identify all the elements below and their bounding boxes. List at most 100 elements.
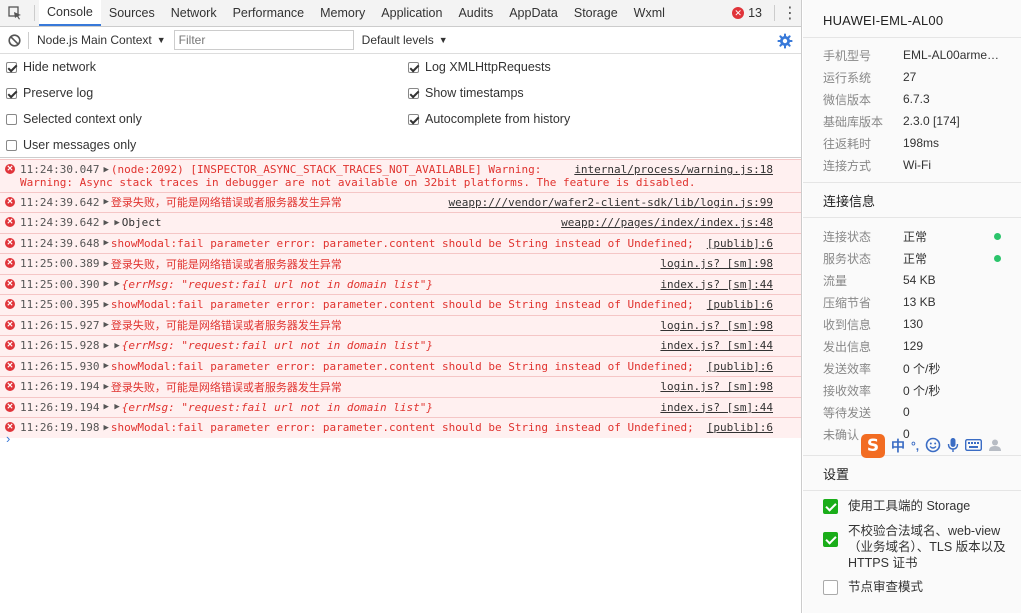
- log-xhr-option[interactable]: Log XMLHttpRequests: [408, 60, 551, 74]
- log-levels-select[interactable]: Default levels ▼: [362, 33, 448, 47]
- inspect-element-icon[interactable]: [0, 0, 30, 26]
- clear-console-icon[interactable]: [0, 33, 28, 47]
- log-entry[interactable]: ✕ 11:26:19.198 ▶ showModal:fail parameter e…: [0, 417, 801, 438]
- log-entry[interactable]: ✕ 11:26:19.194 ▶ 登录失败，可能是网络错误或者服务器发生异常 login…: [0, 376, 801, 397]
- preserve-log-option[interactable]: Preserve log: [6, 86, 93, 100]
- tab-console[interactable]: Console: [39, 0, 101, 26]
- gear-icon[interactable]: [777, 33, 793, 49]
- expand-arrow-icon[interactable]: ▶: [103, 238, 108, 248]
- expand-arrow-icon[interactable]: ▶ ▶: [103, 402, 119, 412]
- info-row: 往返耗时 198ms: [803, 132, 1021, 154]
- expand-arrow-icon[interactable]: ▶: [103, 300, 108, 310]
- log-entry[interactable]: ✕ 11:26:15.927 ▶ 登录失败，可能是网络错误或者服务器发生异常 login…: [0, 314, 801, 335]
- expand-arrow-icon[interactable]: ▶: [103, 197, 108, 207]
- log-timestamp: 11:26:15.927: [20, 318, 100, 332]
- expand-arrow-icon[interactable]: ▶: [103, 361, 108, 371]
- checkbox[interactable]: [6, 87, 17, 99]
- info-label: 发送效率: [823, 361, 872, 376]
- checkbox[interactable]: [408, 113, 419, 125]
- tab-sources[interactable]: Sources: [101, 0, 163, 26]
- info-label: 运行系统: [823, 70, 872, 85]
- expand-arrow-icon[interactable]: ▶: [103, 259, 108, 269]
- option-label: 使用工具端的 Storage: [848, 499, 971, 513]
- console-prompt[interactable]: ›: [6, 431, 10, 446]
- log-entry[interactable]: ✕ 11:24:39.642 ▶ ▶ Object weapp:///pages/ind…: [0, 212, 801, 233]
- checkbox[interactable]: [6, 113, 17, 125]
- log-entry[interactable]: ✕ 11:24:30.047 ▶ (node:2092) [INSPECTOR_ASY…: [0, 159, 801, 192]
- tab-storage[interactable]: Storage: [566, 0, 626, 26]
- option-label: Show timestamps: [425, 86, 524, 100]
- selected-context-option[interactable]: Selected context only: [6, 112, 142, 126]
- checkbox[interactable]: [408, 87, 419, 99]
- user-icon[interactable]: [988, 438, 1002, 455]
- tab-audits[interactable]: Audits: [450, 0, 501, 26]
- checkbox[interactable]: [6, 139, 17, 151]
- error-counter[interactable]: ✕ 13: [724, 0, 770, 26]
- tab-wxml[interactable]: Wxml: [626, 0, 673, 26]
- log-entry[interactable]: ✕ 11:25:00.389 ▶ 登录失败，可能是网络错误或者服务器发生异常 login…: [0, 253, 801, 274]
- expand-arrow-icon[interactable]: ▶: [103, 165, 108, 175]
- setting-option[interactable]: 使用工具端的 Storage: [803, 498, 1021, 514]
- log-source-link[interactable]: login.js? [sm]:98: [660, 380, 773, 393]
- log-message: (node:2092) [INSPECTOR_ASYNC_STACK_TRACE…: [110, 163, 542, 177]
- log-timestamp: 11:25:00.395: [20, 298, 100, 312]
- checkbox[interactable]: [6, 61, 17, 73]
- microphone-icon[interactable]: [947, 437, 959, 456]
- expand-arrow-icon[interactable]: ▶: [103, 382, 108, 392]
- log-source-link[interactable]: weapp:///vendor/wafer2-client-sdk/lib/lo…: [448, 196, 773, 209]
- setting-option[interactable]: 不校验合法域名、web-view（业务域名）、TLS 版本以及 HTTPS 证书: [803, 523, 1021, 571]
- show-timestamps-option[interactable]: Show timestamps: [408, 86, 524, 100]
- log-entry[interactable]: ✕ 11:24:39.648 ▶ showModal:fail parameter e…: [0, 232, 801, 253]
- filter-input[interactable]: [173, 30, 354, 50]
- log-source-link[interactable]: index.js? [sm]:44: [660, 278, 773, 291]
- error-icon: ✕: [5, 164, 15, 174]
- expand-arrow-icon[interactable]: ▶: [103, 320, 108, 330]
- sogou-ime-icon[interactable]: S: [861, 434, 885, 458]
- log-source-link[interactable]: [publib]:6: [707, 360, 773, 373]
- info-row: 连接方式 Wi-Fi: [803, 154, 1021, 176]
- expand-arrow-icon[interactable]: ▶ ▶: [103, 341, 119, 351]
- tab-memory[interactable]: Memory: [312, 0, 373, 26]
- tab-application[interactable]: Application: [373, 0, 450, 26]
- log-source-link[interactable]: weapp:///pages/index/index.js:48: [561, 216, 773, 229]
- checkbox[interactable]: [823, 499, 838, 514]
- info-label: 压缩节省: [823, 295, 872, 310]
- expand-arrow-icon[interactable]: ▶ ▶: [103, 279, 119, 289]
- chinese-mode-icon[interactable]: 中: [891, 436, 905, 456]
- more-options-icon[interactable]: ⋮: [779, 0, 801, 26]
- expand-arrow-icon[interactable]: ▶: [103, 423, 108, 433]
- log-source-link[interactable]: [publib]:6: [707, 237, 773, 250]
- log-source-link[interactable]: index.js? [sm]:44: [660, 401, 773, 414]
- log-source-link[interactable]: [publib]:6: [707, 421, 773, 434]
- info-value: EML-AL00armea…: [903, 48, 1003, 62]
- log-source-link[interactable]: [publib]:6: [707, 298, 773, 311]
- context-select[interactable]: Node.js Main Context ▼: [29, 31, 172, 50]
- log-message-continued: Warning: Async stack traces in debugger …: [20, 175, 696, 189]
- user-messages-option[interactable]: User messages only: [6, 138, 136, 152]
- checkbox[interactable]: [823, 532, 838, 547]
- log-source-link[interactable]: login.js? [sm]:98: [660, 319, 773, 332]
- expand-arrow-icon[interactable]: ▶ ▶: [103, 218, 119, 228]
- tab-network[interactable]: Network: [163, 0, 225, 26]
- log-source-link[interactable]: internal/process/warning.js:18: [574, 163, 773, 176]
- log-entry[interactable]: ✕ 11:24:39.642 ▶ 登录失败，可能是网络错误或者服务器发生异常 weapp…: [0, 191, 801, 212]
- log-source-link[interactable]: login.js? [sm]:98: [660, 257, 773, 270]
- setting-option[interactable]: 节点审查模式: [803, 579, 1021, 595]
- log-timestamp: 11:24:39.642: [20, 195, 100, 209]
- log-entry[interactable]: ✕ 11:25:00.390 ▶ ▶ {errMsg: "request:fail u…: [0, 273, 801, 294]
- log-source-link[interactable]: index.js? [sm]:44: [660, 339, 773, 352]
- autocomplete-option[interactable]: Autocomplete from history: [408, 112, 570, 126]
- tab-performance[interactable]: Performance: [225, 0, 313, 26]
- checkbox[interactable]: [408, 61, 419, 73]
- hide-network-option[interactable]: Hide network: [6, 60, 96, 74]
- checkbox[interactable]: [823, 580, 838, 595]
- log-entry[interactable]: ✕ 11:26:15.930 ▶ showModal:fail parameter e…: [0, 355, 801, 376]
- punctuation-icon[interactable]: °,: [911, 439, 919, 453]
- keyboard-icon[interactable]: [965, 438, 983, 454]
- log-entry[interactable]: ✕ 11:26:19.194 ▶ ▶ {errMsg: "request:fail u…: [0, 396, 801, 417]
- info-value: 54 KB: [903, 273, 936, 287]
- log-entry[interactable]: ✕ 11:25:00.395 ▶ showModal:fail parameter e…: [0, 294, 801, 315]
- tab-appdata[interactable]: AppData: [501, 0, 566, 26]
- emoji-icon[interactable]: [925, 437, 941, 456]
- log-entry[interactable]: ✕ 11:26:15.928 ▶ ▶ {errMsg: "request:fail u…: [0, 335, 801, 356]
